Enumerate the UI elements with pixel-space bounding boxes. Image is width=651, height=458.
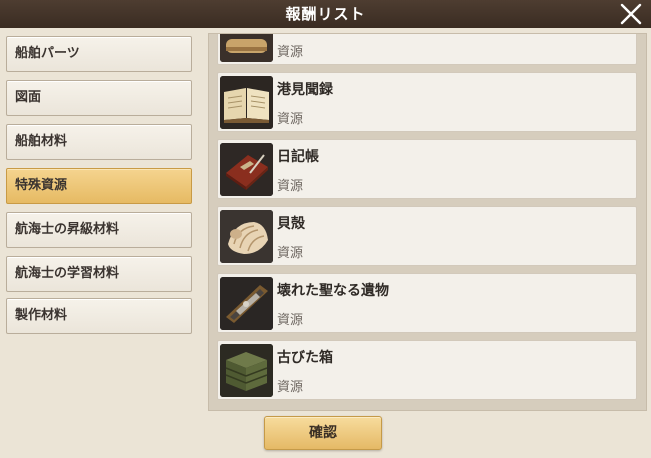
list-item[interactable]: 港見聞録 資源 xyxy=(217,72,637,132)
window-title: 報酬リスト xyxy=(285,5,366,23)
item-name: 日記帳 xyxy=(277,149,319,165)
relic-icon xyxy=(220,277,273,330)
close-button[interactable] xyxy=(619,2,643,26)
item-name: 港見聞録 xyxy=(277,82,333,98)
item-type: 資源 xyxy=(277,45,304,60)
confirm-button[interactable]: 確認 xyxy=(264,416,382,450)
category-crafting-materials[interactable]: 製作材料 xyxy=(6,298,192,334)
diary-icon xyxy=(220,143,273,196)
list-item[interactable]: 古びた箱 資源 xyxy=(217,340,637,400)
seashell-icon xyxy=(220,210,273,263)
list-item[interactable]: 壊れた聖なる遺物 資源 xyxy=(217,273,637,333)
item-name: 壊れた聖なる遺物 xyxy=(277,283,389,299)
item-type: 資源 xyxy=(277,246,304,261)
item-type: 資源 xyxy=(277,380,304,395)
close-icon xyxy=(620,3,642,25)
item-type: 資源 xyxy=(277,313,304,328)
category-ship-parts[interactable]: 船舶パーツ xyxy=(6,36,192,72)
category-navigator-promotion-materials[interactable]: 航海士の昇級材料 xyxy=(6,212,192,248)
book-icon xyxy=(220,76,273,129)
scroll-icon xyxy=(220,34,273,62)
item-name: 古びた箱 xyxy=(277,350,333,366)
item-type: 資源 xyxy=(277,112,304,127)
title-bar: 報酬リスト xyxy=(0,0,651,29)
list-item[interactable]: 資源 xyxy=(217,34,637,65)
list-item[interactable]: 日記帳 資源 xyxy=(217,139,637,199)
category-navigator-study-materials[interactable]: 航海士の学習材料 xyxy=(6,256,192,292)
category-special-resources[interactable]: 特殊資源 xyxy=(6,168,192,204)
reward-list[interactable]: 資源 港見聞録 資源 日記帳 資源 貝殻 資源 壊れた聖なる遺物 資源 古びた箱… xyxy=(208,33,647,411)
crate-icon xyxy=(220,344,273,397)
category-ship-materials[interactable]: 船舶材料 xyxy=(6,124,192,160)
list-item[interactable]: 貝殻 資源 xyxy=(217,206,637,266)
item-type: 資源 xyxy=(277,179,304,194)
category-blueprints[interactable]: 図面 xyxy=(6,80,192,116)
item-name: 貝殻 xyxy=(277,216,305,232)
